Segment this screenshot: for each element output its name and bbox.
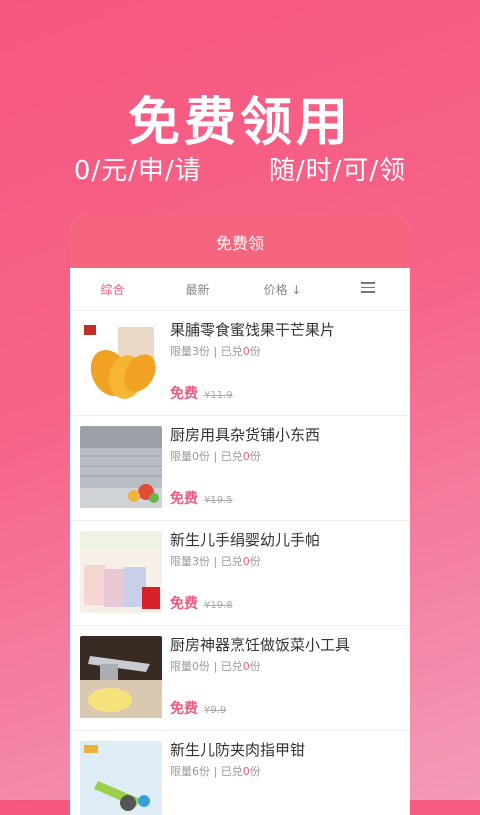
- hero-subtitle-right: 随/时/可/领: [268, 156, 407, 186]
- mango-thumbnail: [80, 321, 162, 403]
- item-quota: 限量3份 | 已兑0份: [170, 345, 261, 358]
- towel-thumbnail: [80, 531, 162, 613]
- list-item[interactable]: 新生儿防夹肉指甲钳 限量6份 | 已兑0份: [70, 731, 410, 815]
- list-view-toggle[interactable]: [325, 279, 410, 299]
- original-price: ¥9.9: [204, 705, 227, 716]
- foil-thumbnail: [80, 426, 162, 508]
- item-title: 新生儿手绢婴幼儿手帕: [170, 531, 321, 549]
- hero-subtitle: 0/元/申/请 随/时/可/领: [0, 150, 480, 187]
- card-header: 免费领: [70, 215, 410, 268]
- item-price: 免费 ¥19.8: [170, 596, 233, 612]
- item-title: 厨房用具杂货铺小东西: [170, 426, 321, 444]
- sort-tabs: 综合 最新 价格 ↓: [70, 268, 410, 311]
- list-view-icon: [360, 279, 375, 296]
- tab-newest[interactable]: 最新: [155, 281, 240, 298]
- tab-comprehensive[interactable]: 综合: [70, 281, 155, 298]
- original-price: ¥19.5: [204, 495, 233, 506]
- list-item[interactable]: 厨房用具杂货铺小东西 限量0份 | 已兑0份 免费 ¥19.5: [70, 416, 410, 521]
- item-quota: 限量6份 | 已兑0份: [170, 765, 261, 778]
- item-price: 免费 ¥9.9: [170, 701, 227, 717]
- item-title: 新生儿防夹肉指甲钳: [170, 741, 306, 759]
- item-quota: 限量0份 | 已兑0份: [170, 660, 261, 673]
- hero-subtitle-left: 0/元/申/请: [73, 156, 202, 186]
- list-item[interactable]: 新生儿手绢婴幼儿手帕 限量3份 | 已兑0份 免费 ¥19.8: [70, 521, 410, 626]
- item-price: 免费 ¥19.5: [170, 491, 233, 507]
- tab-price[interactable]: 价格 ↓: [240, 281, 325, 298]
- hero-title: 免费领用: [127, 93, 352, 153]
- list-item[interactable]: 果脯零食蜜饯果干芒果片 限量3份 | 已兑0份 免费 ¥11.9: [70, 311, 410, 416]
- original-price: ¥11.9: [204, 390, 233, 401]
- garlic-press-thumbnail: [80, 636, 162, 718]
- nail-clipper-thumbnail: [80, 741, 162, 815]
- item-quota: 限量0份 | 已兑0份: [170, 450, 261, 463]
- list-item[interactable]: 厨房神器烹饪做饭菜小工具 限量0份 | 已兑0份 免费 ¥9.9: [70, 626, 410, 731]
- item-title: 厨房神器烹饪做饭菜小工具: [170, 636, 351, 654]
- item-title: 果脯零食蜜饯果干芒果片: [170, 321, 336, 339]
- item-price: 免费 ¥11.9: [170, 386, 233, 402]
- free-claim-card: 免费领 综合 最新 价格 ↓ 果脯零食蜜饯果干芒果片 限量3份 | 已兑0份 免…: [70, 215, 410, 815]
- item-quota: 限量3份 | 已兑0份: [170, 555, 261, 568]
- original-price: ¥19.8: [204, 600, 233, 611]
